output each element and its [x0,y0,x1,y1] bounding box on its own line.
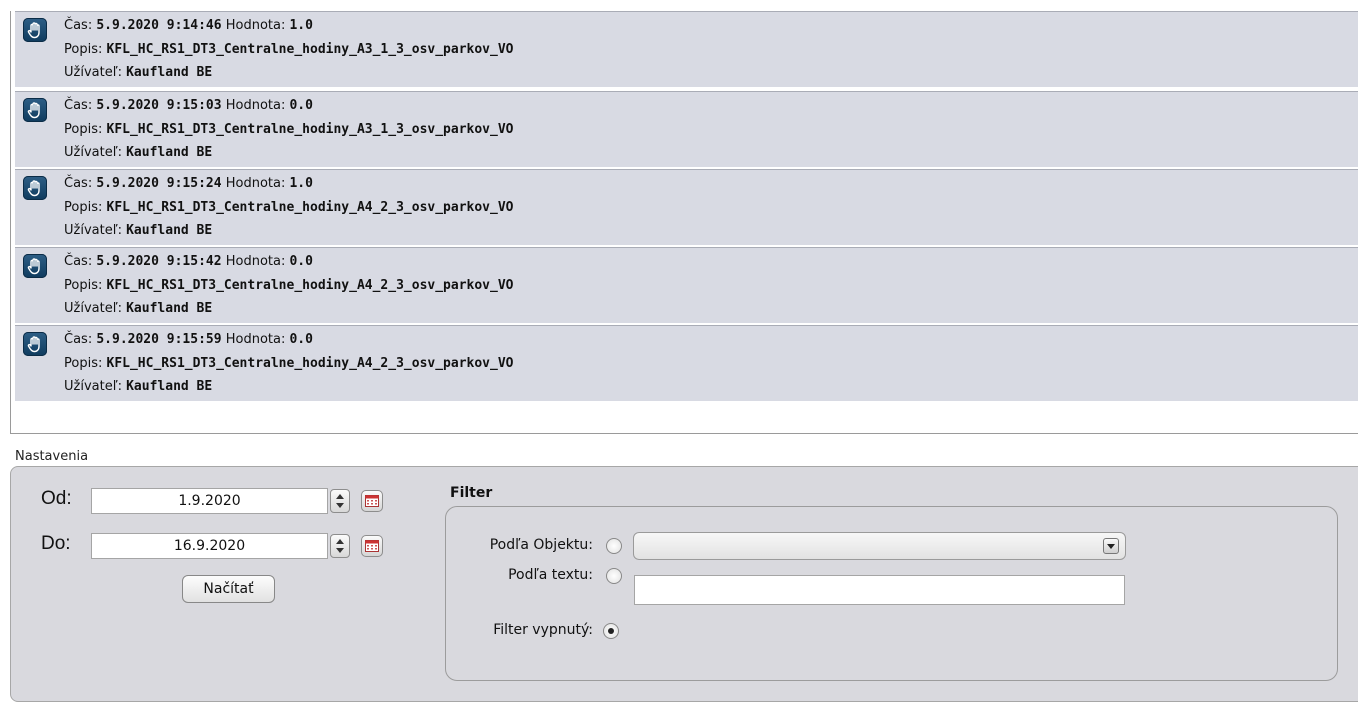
hand-stop-icon [23,176,47,200]
filter-by-object-label: Podľa Objektu: [489,537,593,553]
filter-by-object-radio[interactable] [606,538,622,554]
log-entry-description-line: Popis: KFL_HC_RS1_DT3_Centralne_hodiny_A… [64,200,514,215]
chevron-down-icon [1103,538,1119,554]
log-entry-user-line: Užívateľ: Kaufland BE [64,301,213,316]
filter-off-radio[interactable] [603,623,619,639]
hand-stop-icon [23,98,47,122]
log-entry-time-line: Čas: 5.9.2020 9:14:46 Hodnota: 1.0 [64,18,313,33]
calendar-icon [365,495,379,507]
log-entry-user-line: Užívateľ: Kaufland BE [64,65,213,80]
from-calendar-button[interactable] [361,490,383,512]
from-date-field[interactable]: 1.9.2020 [91,488,328,514]
log-entry-time-line: Čas: 5.9.2020 9:15:03 Hodnota: 0.0 [64,98,313,113]
filter-text-input[interactable] [634,575,1125,605]
log-entry[interactable]: Čas: 5.9.2020 9:15:24 Hodnota: 1.0 Popis… [15,169,1358,245]
hand-stop-icon [23,332,47,356]
filter-title: Filter [450,485,493,501]
from-label: Od: [41,488,72,509]
log-entry-time-line: Čas: 5.9.2020 9:15:24 Hodnota: 1.0 [64,176,313,191]
log-entry-description-line: Popis: KFL_HC_RS1_DT3_Centralne_hodiny_A… [64,122,514,137]
log-entry-description-line: Popis: KFL_HC_RS1_DT3_Centralne_hodiny_A… [64,42,514,57]
log-entry[interactable]: Čas: 5.9.2020 9:14:46 Hodnota: 1.0 Popis… [15,11,1358,87]
log-entry-description-line: Popis: KFL_HC_RS1_DT3_Centralne_hodiny_A… [64,278,514,293]
filter-off-label: Filter vypnutý: [493,622,593,638]
object-select[interactable] [633,532,1126,560]
to-date-field[interactable]: 16.9.2020 [91,533,328,559]
to-label: Do: [41,533,71,554]
settings-title: Nastavenia [15,449,89,464]
filter-by-text-radio[interactable] [606,568,622,584]
log-entry-description-line: Popis: KFL_HC_RS1_DT3_Centralne_hodiny_A… [64,356,514,371]
log-entry-user-line: Užívateľ: Kaufland BE [64,145,213,160]
hand-stop-icon [23,254,47,278]
log-entry[interactable]: Čas: 5.9.2020 9:15:03 Hodnota: 0.0 Popis… [15,91,1358,167]
log-entry[interactable]: Čas: 5.9.2020 9:15:42 Hodnota: 0.0 Popis… [15,247,1358,323]
to-date-spinner[interactable] [330,534,350,558]
log-entry-user-line: Užívateľ: Kaufland BE [64,379,213,394]
log-entry-time-line: Čas: 5.9.2020 9:15:42 Hodnota: 0.0 [64,254,313,269]
event-log-list[interactable]: Čas: 5.9.2020 9:14:46 Hodnota: 1.0 Popis… [10,11,1358,434]
log-entry-user-line: Užívateľ: Kaufland BE [64,223,213,238]
to-calendar-button[interactable] [361,535,383,557]
filter-by-text-label: Podľa textu: [508,567,593,583]
from-date-spinner[interactable] [330,489,350,513]
calendar-icon [365,540,379,552]
log-entry-time-line: Čas: 5.9.2020 9:15:59 Hodnota: 0.0 [64,332,313,347]
load-button[interactable]: Načítať [182,575,275,603]
hand-stop-icon [23,18,47,42]
log-entry[interactable]: Čas: 5.9.2020 9:15:59 Hodnota: 0.0 Popis… [15,325,1358,401]
